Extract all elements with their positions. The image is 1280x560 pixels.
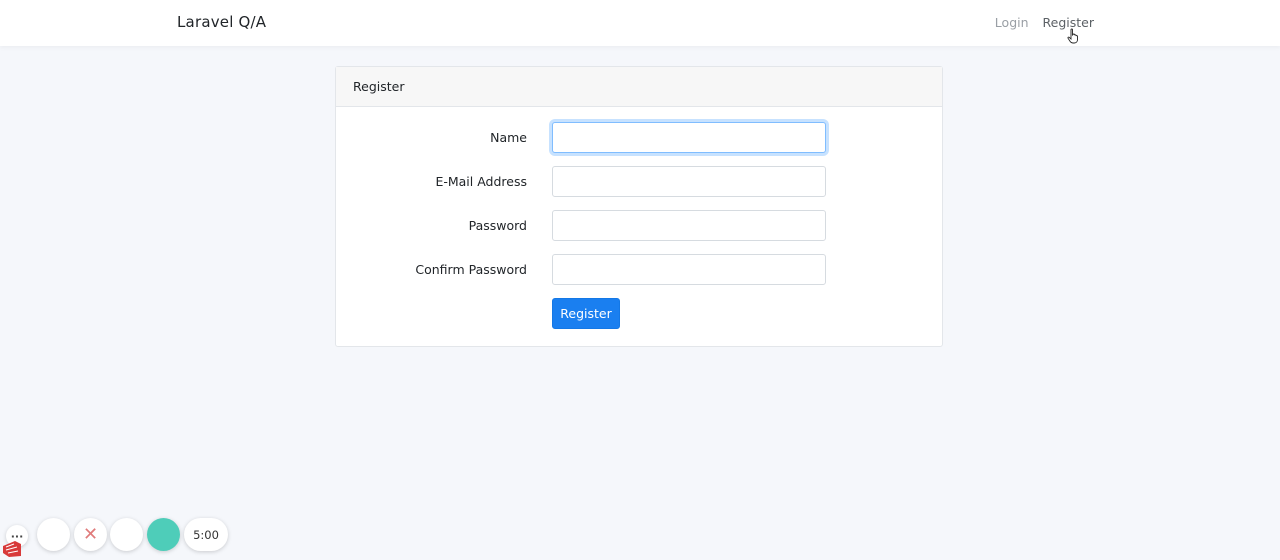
email-label: E-Mail Address: [435, 174, 527, 189]
hand-cursor-icon: [1067, 28, 1078, 44]
app-logo-icon: [3, 541, 21, 557]
navbar: Laravel Q/A Login Register: [0, 0, 1280, 46]
register-card: Register Name E-Mail Address Password Co…: [335, 66, 943, 347]
confirm-password-row: Confirm Password: [336, 254, 942, 286]
confirm-password-input[interactable]: [552, 254, 826, 285]
recording-timer: 5:00: [184, 518, 228, 551]
name-input[interactable]: [552, 122, 826, 153]
record-button[interactable]: [147, 518, 180, 551]
close-button[interactable]: ✕: [74, 518, 107, 551]
email-input[interactable]: [552, 166, 826, 197]
card-title: Register: [336, 67, 942, 107]
confirm-password-label: Confirm Password: [415, 262, 527, 277]
recorder-pause-button[interactable]: [110, 518, 143, 551]
register-button[interactable]: Register: [552, 298, 620, 329]
login-link[interactable]: Login: [995, 15, 1029, 30]
nav-links: Login Register: [995, 15, 1094, 30]
name-label: Name: [490, 130, 527, 145]
brand-link[interactable]: Laravel Q/A: [177, 13, 266, 31]
password-row: Password: [336, 210, 942, 242]
name-row: Name: [336, 122, 942, 154]
password-input[interactable]: [552, 210, 826, 241]
email-row: E-Mail Address: [336, 166, 942, 198]
recorder-blank-button[interactable]: [37, 518, 70, 551]
password-label: Password: [468, 218, 527, 233]
